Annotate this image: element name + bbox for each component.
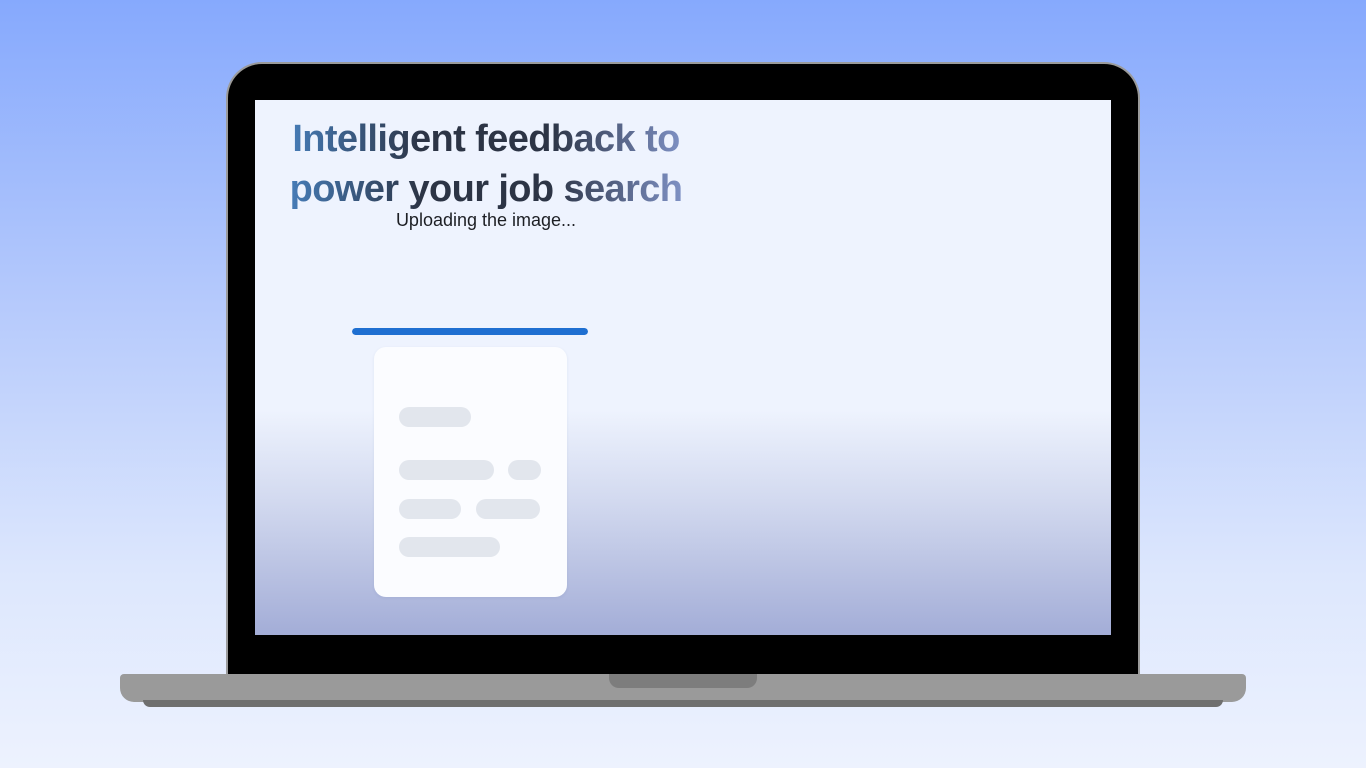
placeholder-line <box>399 499 461 519</box>
upload-status-text: Uploading the image... <box>395 210 577 230</box>
upload-progress-fill <box>352 328 588 335</box>
laptop-base-edge <box>143 700 1223 707</box>
laptop-notch <box>609 674 757 688</box>
placeholder-line <box>399 537 500 557</box>
hero-headline: Intelligent feedback to power your job s… <box>271 114 701 214</box>
upload-progress-bar <box>352 328 588 335</box>
laptop-screen: Intelligent feedback to power your job s… <box>255 100 1111 635</box>
placeholder-line <box>476 499 540 519</box>
placeholder-line <box>399 460 494 480</box>
document-placeholder-icon <box>374 347 567 597</box>
placeholder-line <box>508 460 541 480</box>
placeholder-line <box>399 407 471 427</box>
